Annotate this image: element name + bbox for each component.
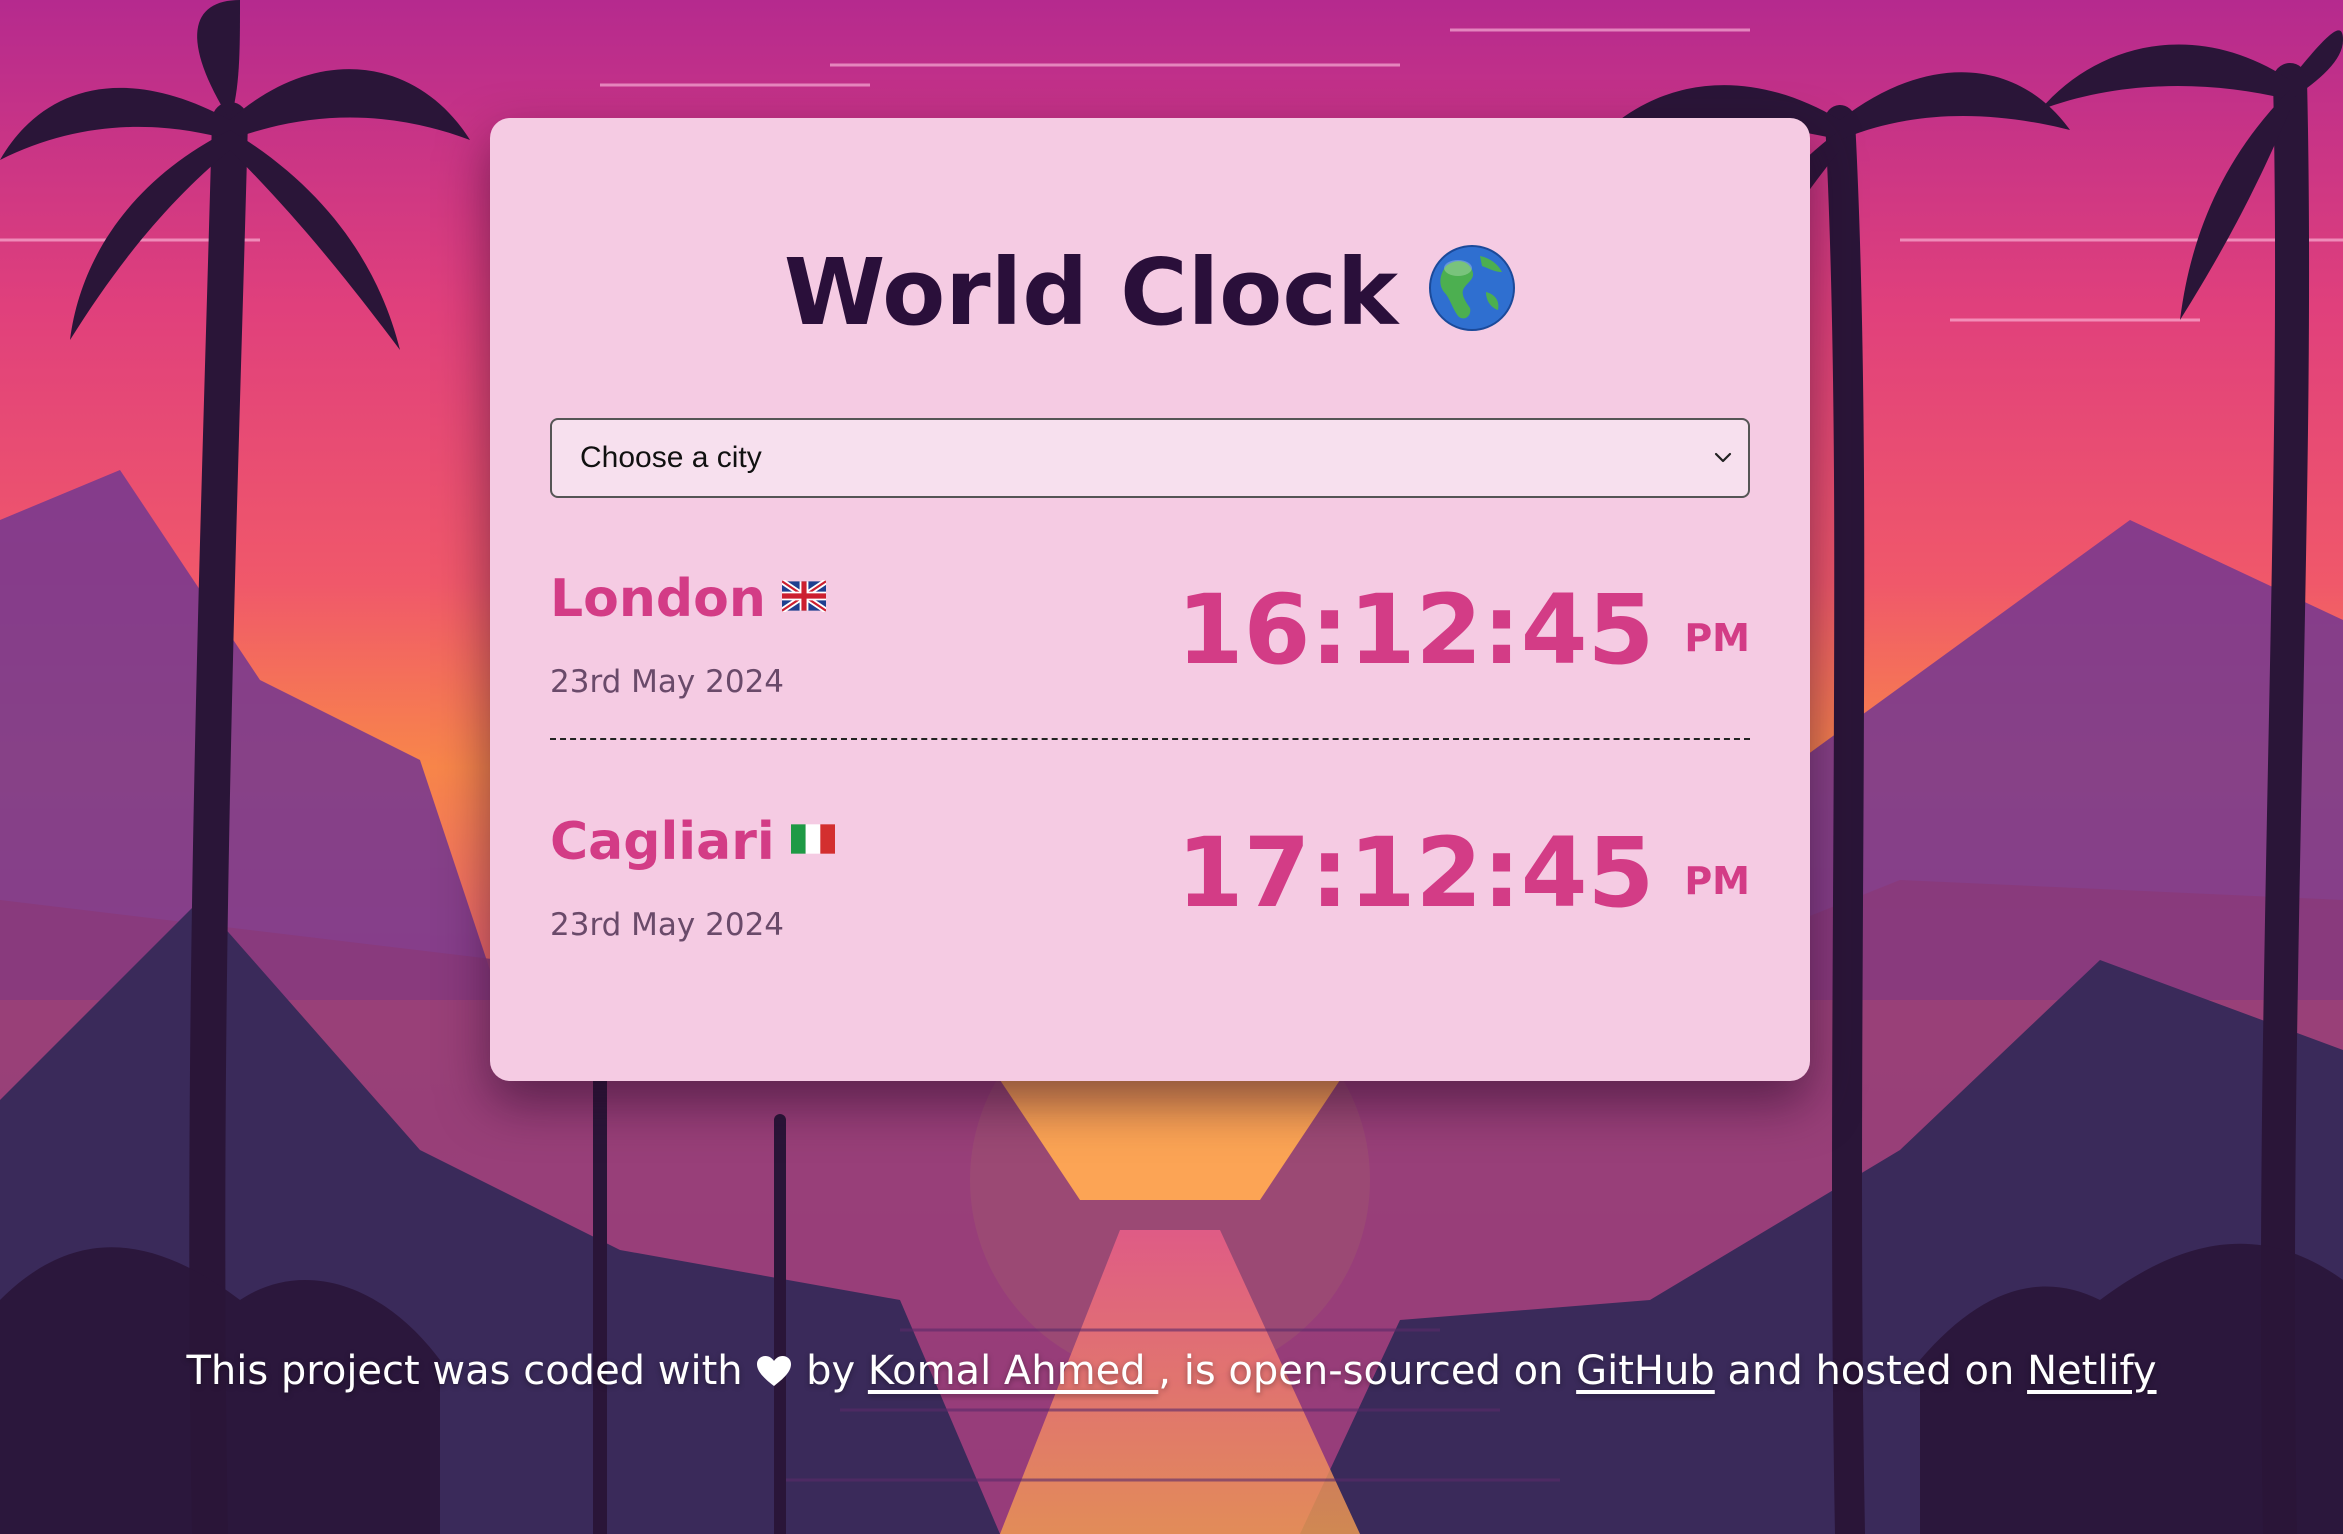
time-ampm: PM	[1684, 616, 1750, 660]
footer-text: , is open-sourced on	[1158, 1348, 1564, 1394]
page-title: World Clock	[490, 238, 1810, 348]
city-date: 23rd May 2024	[550, 664, 785, 700]
chevron-down-icon	[1714, 452, 1732, 463]
city-name-text: Cagliari	[550, 812, 775, 872]
footer: This project was coded with by Komal Ahm…	[0, 1348, 2343, 1394]
divider	[550, 738, 1750, 740]
time-ampm: PM	[1684, 859, 1750, 903]
city-select[interactable]: Choose a city	[550, 418, 1750, 498]
city-name: Cagliari	[550, 811, 835, 873]
author-link[interactable]: Komal Ahmed	[868, 1348, 1158, 1394]
netlify-link[interactable]: Netlify	[2027, 1348, 2157, 1394]
city-row-london: London 23rd May 2024 16:12:45 PM	[550, 568, 1750, 718]
white-heart-icon	[757, 1356, 792, 1386]
italy-flag-icon	[790, 824, 835, 854]
city-name-text: London	[550, 569, 766, 629]
city-date: 23rd May 2024	[550, 907, 785, 943]
city-time: 17:12:45 PM	[1177, 820, 1750, 927]
github-link[interactable]: GitHub	[1576, 1348, 1715, 1394]
footer-text: and hosted on	[1727, 1348, 2015, 1394]
time-digits: 16:12:45	[1176, 574, 1655, 686]
footer-text: This project was coded with	[186, 1348, 743, 1394]
city-select-value: Choose a city	[580, 441, 762, 474]
city-row-cagliari: Cagliari 23rd May 2024 17:12:45 PM	[550, 811, 1750, 961]
footer-text: by	[806, 1348, 856, 1394]
city-name: London	[550, 568, 826, 630]
time-digits: 17:12:45	[1176, 817, 1655, 929]
world-clock-card: World Clock Choose a city London 23rd Ma…	[490, 118, 1810, 1081]
page-title-text: World Clock	[783, 239, 1399, 346]
globe-americas-icon	[1429, 245, 1516, 331]
city-time: 16:12:45 PM	[1177, 577, 1750, 684]
uk-flag-icon	[781, 580, 826, 612]
